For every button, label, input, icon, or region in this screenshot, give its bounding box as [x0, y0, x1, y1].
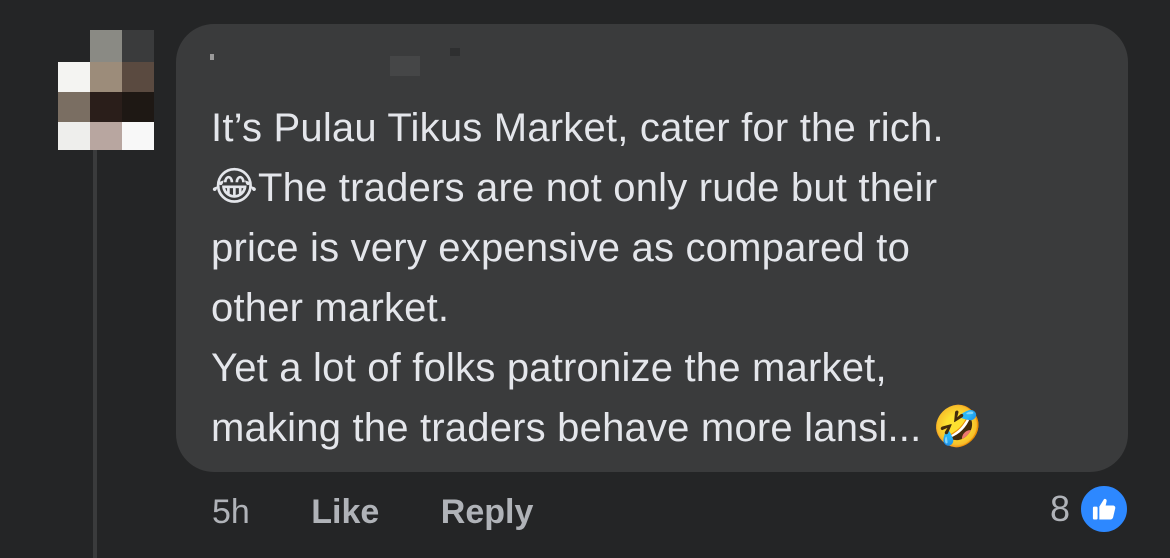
comment-text: It’s Pulau Tikus Market, cater for the r… [211, 98, 1111, 458]
comment-line-text: The traders are not only rude but their [257, 166, 938, 210]
thumbs-up-icon [1078, 483, 1131, 535]
comment-line: 😂The traders are not only rude but their [211, 158, 1111, 218]
comment-actions: 5h Like Reply [212, 490, 533, 534]
avatar[interactable] [58, 30, 154, 150]
reaction-count: 8 [1050, 488, 1071, 529]
timestamp[interactable]: 5h [212, 490, 250, 534]
comment-line: It’s Pulau Tikus Market, cater for the r… [211, 106, 944, 150]
comment-line: Yet a lot of folks patronize the market, [211, 346, 887, 390]
reactions-summary[interactable]: 8 [1050, 483, 1131, 535]
comment-line: other market. [211, 286, 450, 330]
thread-connector-line [93, 150, 97, 558]
comment-line: making the traders behave more lansi... … [211, 398, 1111, 458]
comment-line-text: making the traders behave more lansi... [211, 406, 922, 450]
tears-of-joy-emoji-icon: 😂 [211, 164, 258, 211]
reply-button[interactable]: Reply [441, 490, 534, 534]
comment-line: price is very expensive as compared to [211, 226, 911, 270]
rofl-emoji-icon: 🤣 [932, 404, 983, 451]
like-button[interactable]: Like [311, 490, 379, 534]
author-name-redacted[interactable] [210, 48, 460, 78]
